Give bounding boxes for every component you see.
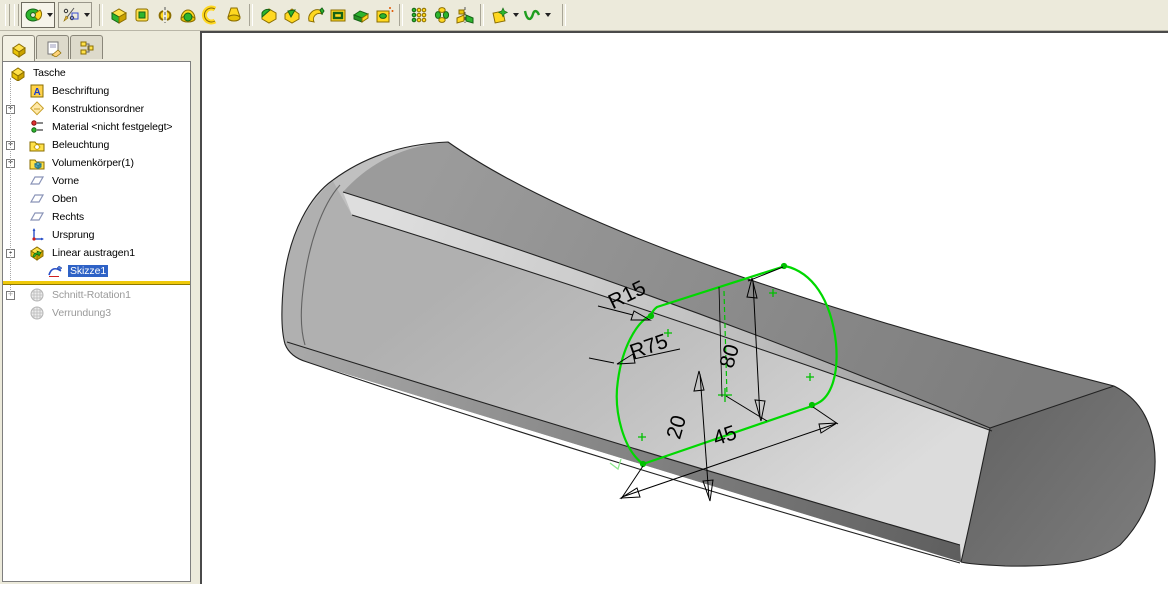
toolbar-separator	[562, 4, 566, 26]
tree-item-oben[interactable]: Oben	[3, 190, 190, 208]
tree-item-label: Vorne	[52, 175, 79, 187]
tree-item-label: Ursprung	[52, 229, 95, 241]
tree-item-linear-austragen1[interactable]: - Linear austragen1	[3, 244, 190, 262]
panel-tabs	[0, 31, 200, 61]
tree-item-label: Beschriftung	[52, 85, 110, 97]
boss-base-button[interactable]	[130, 3, 153, 27]
featuremanager-tab-icon	[11, 42, 26, 58]
features-toolbar	[0, 0, 1168, 31]
extruded-cut-button[interactable]	[257, 3, 280, 27]
tree-item-label: Tasche	[33, 67, 66, 79]
extruded-boss-button[interactable]	[107, 3, 130, 27]
material-icon	[29, 119, 45, 135]
tree-item-tasche[interactable]: Tasche	[3, 64, 190, 82]
svg-text:A: A	[33, 87, 40, 98]
sketch-icon	[47, 263, 63, 279]
linear-pattern-button[interactable]	[407, 3, 430, 27]
tree-item-label: Konstruktionsordner	[52, 103, 145, 115]
part-display-dropdown-icon[interactable]	[45, 4, 54, 26]
propertymanager-tab-icon	[47, 41, 62, 57]
configurationmanager-tab-icon	[80, 41, 93, 54]
lofted-cut-button[interactable]	[326, 3, 349, 27]
tree-item-label: Beleuchtung	[52, 139, 110, 151]
sweep-button[interactable]	[199, 3, 222, 27]
part-display-split-button[interactable]	[21, 2, 55, 28]
tree-item-beleuchtung[interactable]: + Beleuchtung	[3, 136, 190, 154]
tree-item-material[interactable]: Material <nicht festgelegt>	[3, 118, 190, 136]
plane-icon	[29, 173, 45, 189]
tree-item-label: Volumenkörper(1)	[52, 157, 134, 169]
feature-tree: Tasche A Beschriftung + Konstruktionsord…	[2, 61, 191, 582]
fillet-dropdown-icon[interactable]	[511, 4, 520, 26]
extrude-feature-icon	[29, 245, 45, 261]
tree-item-beschriftung[interactable]: A Beschriftung	[3, 82, 190, 100]
tree-item-vorne[interactable]: Vorne	[3, 172, 190, 190]
tree-item-skizze1[interactable]: Skizze1	[3, 262, 190, 280]
tree-item-rechts[interactable]: Rechts	[3, 208, 190, 226]
plane-icon	[29, 209, 45, 225]
tab-propertymanager[interactable]	[36, 35, 69, 59]
swept-cut-button[interactable]	[303, 3, 326, 27]
sketch-dimension-split-button[interactable]	[58, 2, 92, 28]
annotations-icon: A	[29, 83, 45, 99]
tree-item-label: Linear austragen1	[52, 247, 135, 259]
origin-icon	[29, 227, 45, 243]
sketch-dimension-icon[interactable]	[59, 3, 82, 27]
part-icon	[10, 65, 26, 82]
revolve-axis-button[interactable]	[153, 3, 176, 27]
circular-pattern-button[interactable]	[430, 3, 453, 27]
loft-button[interactable]	[222, 3, 245, 27]
tree-item-konstruktionsordner[interactable]: + Konstruktionsordner	[3, 100, 190, 118]
toolbar-separator	[399, 4, 403, 26]
tree-item-label: Skizze1	[68, 265, 109, 277]
suppressed-feature-icon	[29, 287, 45, 303]
tree-item-schnitt-rotation1[interactable]: + Schnitt-Rotation1	[3, 286, 190, 304]
revolved-boss-button[interactable]	[176, 3, 199, 27]
sketch-dimension-dropdown-icon[interactable]	[82, 4, 91, 26]
design-binder-icon	[29, 101, 45, 117]
toolbar-grip[interactable]	[5, 4, 10, 26]
part-display-icon[interactable]	[22, 3, 45, 27]
rollback-bar[interactable]	[3, 280, 190, 286]
solid-bodies-folder-icon	[29, 155, 45, 171]
solidworks-window: { "app": { "accent_selection": "#2e62c6"…	[0, 0, 1168, 584]
plane-icon	[29, 191, 45, 207]
curve-dropdown-icon[interactable]	[543, 4, 552, 26]
hole-wizard-button[interactable]	[372, 3, 395, 27]
graphics-viewport: R15 R75 80 20 45	[200, 31, 1168, 584]
toolbar-grip[interactable]	[14, 4, 19, 26]
feature-manager-panel: Tasche A Beschriftung + Konstruktionsord…	[0, 31, 200, 584]
suppressed-feature-icon	[29, 305, 45, 321]
toolbar-separator	[480, 4, 484, 26]
fillet-button[interactable]	[488, 3, 511, 27]
tree-item-label: Schnitt-Rotation1	[52, 289, 131, 301]
tab-featuremanager[interactable]	[2, 35, 35, 61]
curve-button[interactable]	[520, 3, 543, 27]
toolbar-separator	[99, 4, 103, 26]
tree-guide-line	[10, 78, 11, 294]
lighting-folder-icon	[29, 137, 45, 153]
tab-configurationmanager[interactable]	[70, 35, 103, 59]
tree-item-verrundung3[interactable]: Verrundung3	[3, 304, 190, 322]
tree-item-label: Oben	[52, 193, 78, 205]
revolved-cut-button[interactable]	[280, 3, 303, 27]
tree-item-label: Rechts	[52, 211, 85, 223]
tree-item-label: Verrundung3	[52, 307, 112, 319]
tree-item-label: Material <nicht festgelegt>	[52, 121, 173, 133]
tree-item-volumenkoerper[interactable]: + Volumenkörper(1)	[3, 154, 190, 172]
tree-item-ursprung[interactable]: Ursprung	[3, 226, 190, 244]
mirror-feature-button[interactable]	[453, 3, 476, 27]
thicken-cut-button[interactable]	[349, 3, 372, 27]
viewport-canvas[interactable]: R15 R75 80 20 45	[202, 33, 1168, 584]
toolbar-separator	[249, 4, 253, 26]
